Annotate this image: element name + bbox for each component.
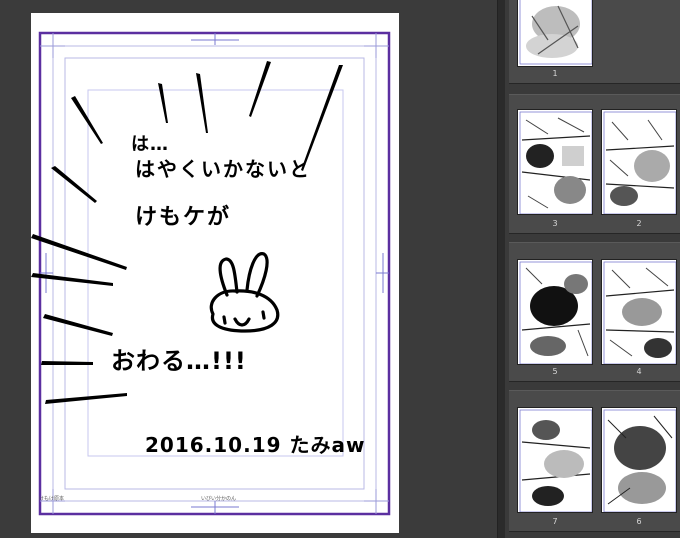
thumbnail-art xyxy=(603,409,676,512)
page-thumbnail[interactable] xyxy=(517,407,593,513)
page-number-label: 7 xyxy=(552,517,558,526)
manga-page-canvas[interactable]: は… はやくいかないと けもケが おわる…!!! 2016.10.19 たみaw… xyxy=(31,13,399,533)
page-thumbnail[interactable] xyxy=(601,109,677,215)
page-spread[interactable]: 3 2 xyxy=(509,94,680,234)
page-thumbnail[interactable] xyxy=(517,109,593,215)
page-footer-left: けもけ原本 xyxy=(39,496,65,502)
canvas-workspace[interactable]: は… はやくいかないと けもケが おわる…!!! 2016.10.19 たみaw… xyxy=(0,0,497,538)
handwritten-line-2: はやくいかないと xyxy=(135,157,311,181)
handwritten-line-3: けもケが xyxy=(135,205,232,230)
page-footer-center: いびい分かのん xyxy=(201,496,237,502)
page-thumbnail[interactable] xyxy=(517,0,593,67)
page-number-label: 3 xyxy=(552,219,558,228)
page-spread[interactable]: 1 xyxy=(509,0,680,84)
page-thumbnail[interactable] xyxy=(601,259,677,365)
thumbnail-art xyxy=(519,261,592,364)
page-thumbnail[interactable] xyxy=(517,259,593,365)
page-spread[interactable]: 7 6 xyxy=(509,390,680,532)
page-thumbnail[interactable] xyxy=(601,407,677,513)
page-manager-panel: 1 3 2 5 4 7 6 xyxy=(505,0,680,538)
thumbnail-art xyxy=(519,409,592,512)
thumbnail-art xyxy=(603,261,676,364)
handwritten-line-4: おわる…!!! xyxy=(111,347,247,375)
page-number-label: 5 xyxy=(552,367,558,376)
thumbnail-art xyxy=(519,0,592,65)
thumbnail-art xyxy=(603,111,676,214)
page-spread[interactable]: 5 4 xyxy=(509,242,680,382)
page-number-label: 1 xyxy=(552,69,558,78)
handwritten-date-signature: 2016.10.19 たみaw xyxy=(145,433,366,457)
thumbnail-art xyxy=(519,111,592,214)
page-number-label: 6 xyxy=(636,517,642,526)
page-number-label: 4 xyxy=(636,367,642,376)
page-number-label: 2 xyxy=(636,219,642,228)
